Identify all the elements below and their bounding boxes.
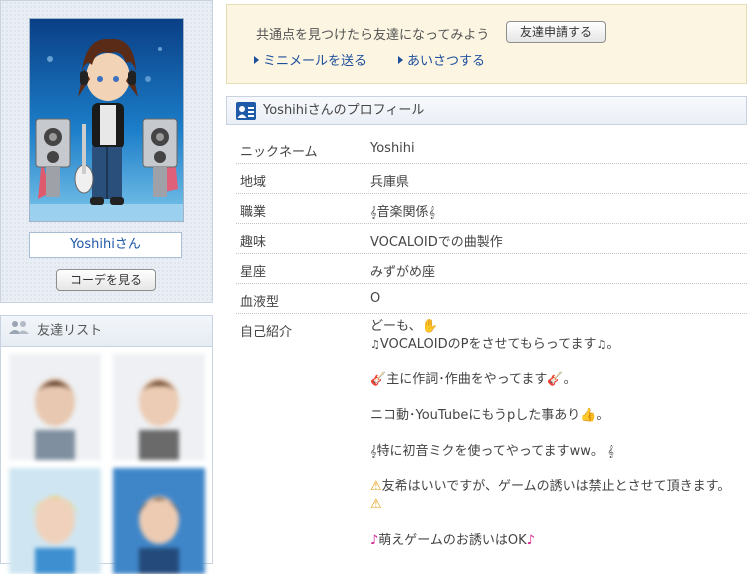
- intro-line: ニコ動･YouTubeにもうpした事あり👍。: [370, 407, 610, 423]
- triangle-right-icon: [254, 56, 259, 64]
- music-note-icon: ♫: [596, 337, 607, 351]
- profile-card-icon: [236, 102, 256, 130]
- row-value: みずがめ座: [370, 265, 436, 280]
- row-label: ニックネーム: [240, 145, 318, 160]
- intro-line: ⚠: [370, 496, 730, 514]
- friend-thumbnail[interactable]: [9, 468, 101, 574]
- row-value: VOCALOIDでの曲製作: [370, 235, 503, 250]
- self-intro-text: どーも、✋ ♫VOCALOIDのPをさせてもらってます♫。 🎸主に作詞･作曲をや…: [370, 318, 730, 549]
- row-label: 星座: [240, 265, 267, 280]
- intro-line: 𝄞特に初音ミクを使ってやってますww。 𝄞: [370, 443, 614, 459]
- intro-line: ♫VOCALOIDのPをさせてもらってます♫。: [370, 336, 620, 352]
- row-value: 兵庫県: [370, 175, 410, 190]
- hand-icon: ✋: [421, 319, 438, 334]
- music-note-icon: ♪: [526, 532, 535, 548]
- friend-thumbnail[interactable]: [113, 468, 205, 574]
- row-value: Yoshihi: [370, 141, 415, 156]
- row-label: 地域: [240, 175, 267, 190]
- guitar-icon: 🎸: [370, 372, 387, 388]
- treble-clef-icon: 𝄞: [428, 206, 436, 219]
- avatar-panel: Yoshihiさん コーデを見る: [0, 0, 213, 303]
- triangle-right-icon: [398, 56, 403, 64]
- friend-thumbnail[interactable]: [9, 354, 101, 460]
- friend-request-button[interactable]: 友達申請する: [506, 21, 606, 43]
- intro-line: どーも、✋: [370, 319, 438, 334]
- row-label: 血液型: [240, 295, 280, 310]
- send-mini-mail-link[interactable]: ミニメールを送る: [254, 50, 367, 69]
- profile-row-zodiac: 星座 みずがめ座: [236, 254, 747, 284]
- profile-row-region: 地域 兵庫県: [236, 164, 747, 194]
- thumbs-up-icon: 👍: [580, 407, 597, 423]
- profile-row-blood-type: 血液型 O: [236, 284, 747, 314]
- row-label: 職業: [240, 205, 267, 220]
- warning-icon: ⚠: [370, 479, 382, 495]
- avatar-name[interactable]: Yoshihiさん: [29, 232, 182, 258]
- row-value: O: [370, 291, 381, 306]
- profile-header: Yoshihiさんのプロフィール: [226, 96, 747, 125]
- send-greeting-link[interactable]: あいさつする: [398, 50, 485, 69]
- friend-thumbnail[interactable]: [113, 354, 205, 460]
- left-column: Yoshihiさん コーデを見る 友達リスト: [0, 0, 215, 574]
- profile-row-occupation: 職業 𝄞音楽関係𝄞: [236, 194, 747, 224]
- intro-line: ⚠友希はいいですが、ゲームの誘いは禁止とさせて頂きます。: [370, 479, 731, 495]
- profile-row-self-intro: 自己紹介 どーも、✋ ♫VOCALOIDのPをさせてもらってます♫。 🎸主に作詞…: [236, 314, 747, 554]
- friends-header: 友達リスト: [1, 316, 212, 347]
- warning-icon: ⚠: [370, 496, 382, 512]
- friends-panel: 友達リスト: [0, 315, 213, 574]
- profile-table: ニックネーム Yoshihi 地域 兵庫県 職業 𝄞音楽関係𝄞 趣味 VOCAL…: [236, 134, 747, 554]
- avatar-illustration: [30, 19, 183, 221]
- row-label: 自己紹介: [240, 325, 293, 340]
- view-coord-button[interactable]: コーデを見る: [56, 269, 156, 291]
- music-note-icon: ♫: [370, 337, 380, 351]
- intro-line: 🎸主に作詞･作曲をやってます🎸。: [370, 372, 577, 388]
- users-icon: [9, 316, 29, 346]
- profile-row-hobby: 趣味 VOCALOIDでの曲製作: [236, 224, 747, 254]
- friend-suggestion-box: 共通点を見つけたら友達になってみよう 友達申請する ミニメールを送る あいさつす…: [226, 4, 747, 84]
- treble-clef-icon: 𝄞: [603, 444, 614, 458]
- row-value: 𝄞音楽関係𝄞: [370, 205, 436, 220]
- guitar-icon: 🎸: [547, 372, 564, 388]
- profile-heading: Yoshihiさんのプロフィール: [263, 103, 425, 118]
- friends-title: 友達リスト: [37, 323, 103, 339]
- avatar-image[interactable]: [29, 18, 184, 222]
- intro-line: ♪萌えゲームのお誘いはOK♪: [370, 532, 535, 548]
- row-label: 趣味: [240, 235, 267, 250]
- suggestion-text: 共通点を見つけたら友達になってみよう: [256, 28, 490, 43]
- profile-row-nickname: ニックネーム Yoshihi: [236, 134, 747, 164]
